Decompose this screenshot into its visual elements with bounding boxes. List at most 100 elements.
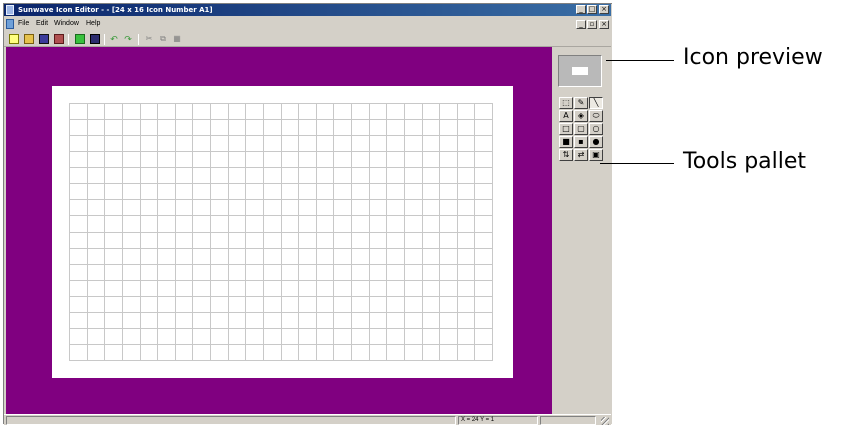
- paste-icon[interactable]: ▦: [172, 34, 182, 44]
- pixel-cell[interactable]: [122, 312, 141, 329]
- pixel-cell[interactable]: [475, 328, 493, 345]
- pixel-cell[interactable]: [316, 280, 335, 297]
- pixel-cell[interactable]: [316, 200, 335, 217]
- pixel-cell[interactable]: [70, 312, 88, 329]
- pixel-cell[interactable]: [457, 168, 476, 185]
- pixel-cell[interactable]: [87, 248, 106, 265]
- pixel-cell[interactable]: [211, 120, 229, 137]
- pixel-cell[interactable]: [105, 136, 123, 153]
- pixel-cell[interactable]: [281, 232, 300, 249]
- pixel-cell[interactable]: [122, 264, 141, 281]
- pixel-cell[interactable]: [369, 184, 388, 201]
- pixel-cell[interactable]: [211, 248, 229, 265]
- pixel-cell[interactable]: [281, 280, 300, 297]
- pixel-cell[interactable]: [422, 264, 441, 281]
- pixel-cell[interactable]: [175, 216, 194, 233]
- pixel-cell[interactable]: [404, 104, 423, 121]
- pixel-cell[interactable]: [422, 168, 441, 185]
- pixel-cell[interactable]: [158, 344, 176, 361]
- new-icon-icon[interactable]: [75, 34, 85, 44]
- pixel-cell[interactable]: [122, 328, 141, 345]
- new-file-icon[interactable]: [9, 34, 19, 44]
- close-button[interactable]: ×: [599, 5, 609, 14]
- flip-tool-icon[interactable]: ⇅: [559, 149, 573, 161]
- pixel-cell[interactable]: [140, 296, 159, 313]
- title-bar[interactable]: Sunwave Icon Editor - - [24 x 16 Icon Nu…: [4, 4, 611, 16]
- pixel-cell[interactable]: [122, 152, 141, 169]
- pixel-cell[interactable]: [211, 264, 229, 281]
- pixel-cell[interactable]: [404, 136, 423, 153]
- pixel-cell[interactable]: [316, 312, 335, 329]
- pixel-cell[interactable]: [158, 216, 176, 233]
- pixel-cell[interactable]: [475, 312, 493, 329]
- pixel-cell[interactable]: [334, 344, 352, 361]
- pixel-cell[interactable]: [140, 168, 159, 185]
- pixel-cell[interactable]: [158, 280, 176, 297]
- pixel-cell[interactable]: [122, 280, 141, 297]
- pixel-cell[interactable]: [457, 344, 476, 361]
- pixel-cell[interactable]: [70, 168, 88, 185]
- pixel-cell[interactable]: [299, 120, 317, 137]
- pixel-cell[interactable]: [211, 152, 229, 169]
- pixel-cell[interactable]: [246, 216, 264, 233]
- pixel-cell[interactable]: [352, 312, 370, 329]
- pixel-cell[interactable]: [440, 120, 458, 137]
- pixel-cell[interactable]: [175, 232, 194, 249]
- text-tool-icon[interactable]: A: [559, 110, 573, 122]
- pixel-cell[interactable]: [228, 312, 247, 329]
- child-close-button[interactable]: ×: [599, 20, 609, 29]
- pixel-cell[interactable]: [87, 120, 106, 137]
- pixel-cell[interactable]: [316, 328, 335, 345]
- pixel-cell[interactable]: [211, 312, 229, 329]
- pixel-cell[interactable]: [316, 344, 335, 361]
- save-icon[interactable]: [39, 34, 49, 44]
- pixel-cell[interactable]: [158, 248, 176, 265]
- pixel-cell[interactable]: [281, 248, 300, 265]
- pixel-cell[interactable]: [475, 200, 493, 217]
- pixel-cell[interactable]: [475, 232, 493, 249]
- pixel-cell[interactable]: [422, 216, 441, 233]
- pixel-cell[interactable]: [246, 328, 264, 345]
- pixel-cell[interactable]: [228, 120, 247, 137]
- pixel-cell[interactable]: [440, 216, 458, 233]
- pixel-cell[interactable]: [193, 136, 211, 153]
- pixel-cell[interactable]: [404, 232, 423, 249]
- pixel-cell[interactable]: [369, 120, 388, 137]
- pixel-cell[interactable]: [299, 296, 317, 313]
- pixel-cell[interactable]: [158, 120, 176, 137]
- pixel-cell[interactable]: [263, 200, 282, 217]
- pixel-cell[interactable]: [457, 120, 476, 137]
- pixel-cell[interactable]: [158, 168, 176, 185]
- pixel-cell[interactable]: [211, 232, 229, 249]
- pixel-cell[interactable]: [193, 280, 211, 297]
- pixel-cell[interactable]: [140, 120, 159, 137]
- pixel-cell[interactable]: [263, 120, 282, 137]
- pixel-cell[interactable]: [404, 328, 423, 345]
- pixel-cell[interactable]: [369, 152, 388, 169]
- pixel-cell[interactable]: [334, 328, 352, 345]
- pixel-cell[interactable]: [369, 248, 388, 265]
- pixel-cell[interactable]: [475, 104, 493, 121]
- pixel-cell[interactable]: [246, 184, 264, 201]
- pixel-cell[interactable]: [369, 312, 388, 329]
- pixel-cell[interactable]: [369, 344, 388, 361]
- pixel-cell[interactable]: [352, 120, 370, 137]
- pixel-cell[interactable]: [281, 104, 300, 121]
- pixel-cell[interactable]: [457, 200, 476, 217]
- pixel-cell[interactable]: [404, 264, 423, 281]
- pixel-cell[interactable]: [299, 136, 317, 153]
- pixel-cell[interactable]: [440, 312, 458, 329]
- pixel-cell[interactable]: [105, 296, 123, 313]
- pixel-cell[interactable]: [475, 168, 493, 185]
- line-tool-icon[interactable]: ╲: [589, 97, 603, 109]
- pixel-cell[interactable]: [369, 200, 388, 217]
- pixel-cell[interactable]: [263, 328, 282, 345]
- copy-icon[interactable]: ⧉: [158, 34, 168, 44]
- pixel-cell[interactable]: [228, 104, 247, 121]
- maximize-button[interactable]: □: [587, 5, 597, 14]
- pixel-cell[interactable]: [263, 216, 282, 233]
- pixel-cell[interactable]: [105, 152, 123, 169]
- pixel-cell[interactable]: [422, 312, 441, 329]
- menu-help[interactable]: Help: [86, 18, 100, 30]
- pixel-cell[interactable]: [263, 264, 282, 281]
